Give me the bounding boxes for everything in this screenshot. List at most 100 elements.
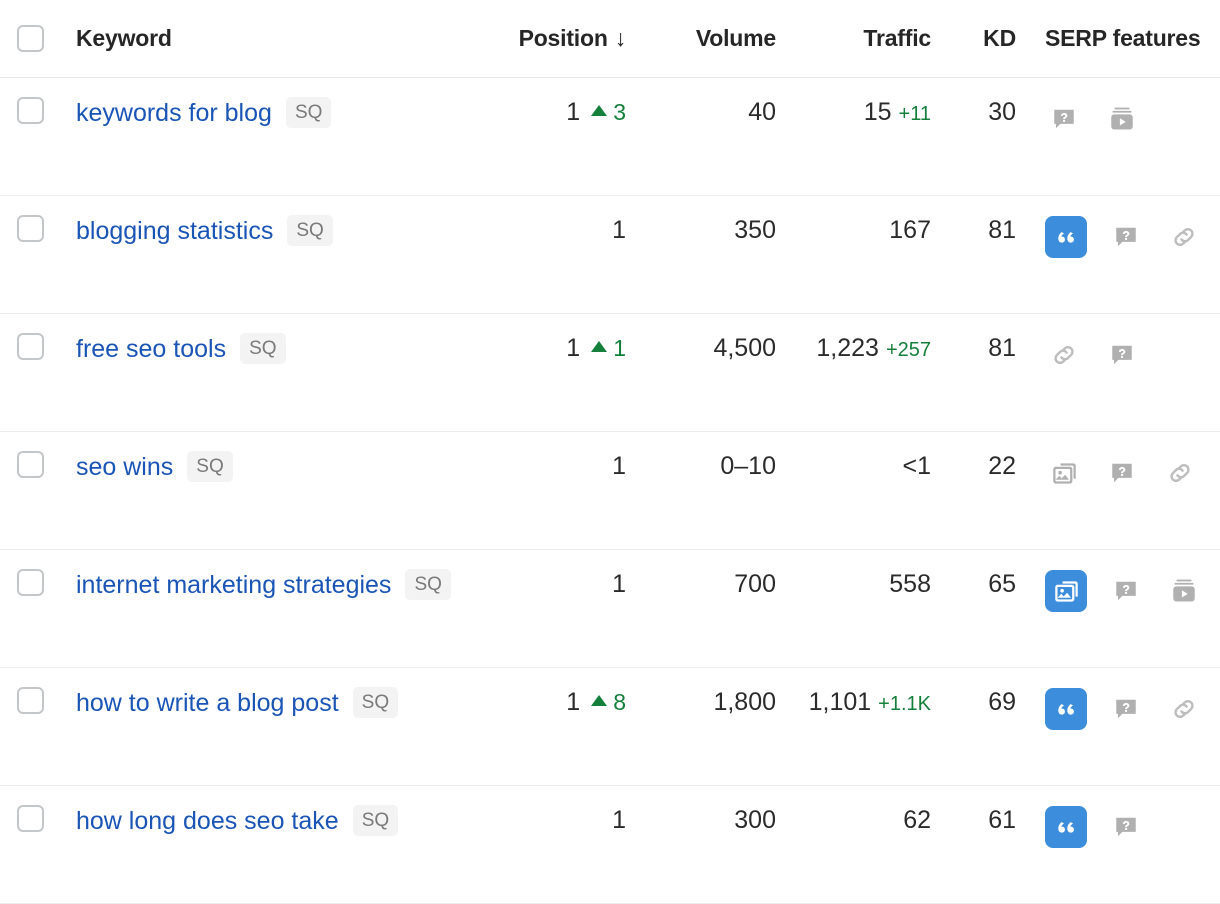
position-cell: 1: [496, 805, 626, 835]
keyword-cell: how to write a blog post SQ: [76, 687, 496, 718]
sitelinks-icon[interactable]: [1161, 452, 1199, 494]
position-cell: 11: [496, 333, 626, 363]
featured-snippet-icon[interactable]: [1045, 806, 1087, 848]
select-all-checkbox[interactable]: [17, 25, 44, 52]
column-header-volume[interactable]: Volume: [626, 25, 776, 52]
traffic-cell: <1: [776, 451, 931, 481]
volume-cell: 300: [626, 805, 776, 835]
traffic-cell: 167: [776, 215, 931, 245]
image-pack-icon[interactable]: [1045, 570, 1087, 612]
position-change: 3: [613, 97, 626, 127]
keyword-cell: blogging statistics SQ: [76, 215, 496, 246]
position-cell: 1: [496, 215, 626, 245]
traffic-value: <1: [902, 451, 931, 481]
row-select-cell: [0, 805, 76, 832]
volume-cell: 700: [626, 569, 776, 599]
keyword-link[interactable]: free seo tools: [76, 334, 226, 364]
keyword-link[interactable]: seo wins: [76, 452, 173, 482]
position-change: 1: [613, 333, 626, 363]
kd-cell: 61: [931, 805, 1016, 835]
sq-badge[interactable]: SQ: [240, 333, 285, 364]
position-value: 1: [566, 687, 580, 717]
sq-badge[interactable]: SQ: [187, 451, 232, 482]
people-also-ask-icon[interactable]: [1107, 806, 1145, 848]
row-select-cell: [0, 215, 76, 242]
people-also-ask-icon[interactable]: [1107, 216, 1145, 258]
kd-value: 69: [988, 688, 1016, 716]
keyword-link[interactable]: blogging statistics: [76, 216, 273, 246]
column-header-keyword[interactable]: Keyword: [76, 25, 496, 52]
sitelinks-icon[interactable]: [1045, 334, 1083, 376]
sq-badge[interactable]: SQ: [287, 215, 332, 246]
serp-features-cell: [1016, 215, 1220, 258]
column-header-position[interactable]: Position↓: [496, 25, 626, 52]
serp-features-cell: [1016, 687, 1220, 730]
featured-snippet-icon[interactable]: [1045, 216, 1087, 258]
people-also-ask-icon[interactable]: [1107, 570, 1145, 612]
row-select-cell: [0, 333, 76, 360]
traffic-change: +257: [886, 335, 931, 365]
traffic-cell: 1,223+257: [776, 333, 931, 365]
keyword-link[interactable]: keywords for blog: [76, 98, 272, 128]
traffic-value: 1,101: [809, 687, 872, 717]
row-select-checkbox[interactable]: [17, 569, 44, 596]
people-also-ask-icon[interactable]: [1103, 452, 1141, 494]
keyword-cell: seo wins SQ: [76, 451, 496, 482]
people-also-ask-icon[interactable]: [1103, 334, 1141, 376]
table-row: how long does seo take SQ 1 3006261: [0, 786, 1220, 904]
keyword-link[interactable]: how long does seo take: [76, 806, 339, 836]
row-select-checkbox[interactable]: [17, 97, 44, 124]
serp-features-cell: [1016, 333, 1220, 376]
video-icon[interactable]: [1165, 570, 1203, 612]
volume-value: 1,800: [713, 688, 776, 716]
traffic-cell: 558: [776, 569, 931, 599]
row-select-cell: [0, 97, 76, 124]
position-change: 8: [613, 687, 626, 717]
row-select-checkbox[interactable]: [17, 451, 44, 478]
column-header-traffic[interactable]: Traffic: [776, 25, 931, 52]
sitelinks-icon[interactable]: [1165, 216, 1203, 258]
position-cell: 13: [496, 97, 626, 127]
traffic-value: 558: [889, 569, 931, 599]
serp-features-cell: [1016, 97, 1220, 140]
column-header-serp-features: SERP features: [1016, 25, 1220, 52]
people-also-ask-icon[interactable]: [1107, 688, 1145, 730]
people-also-ask-icon[interactable]: [1045, 98, 1083, 140]
serp-feature-list: [1045, 333, 1220, 376]
serp-features-cell: [1016, 451, 1220, 494]
serp-feature-list: [1045, 97, 1220, 140]
table-body: keywords for blogSQ134015+1130blogging s…: [0, 78, 1220, 904]
row-select-checkbox[interactable]: [17, 805, 44, 832]
kd-cell: 22: [931, 451, 1016, 481]
sitelinks-icon[interactable]: [1165, 688, 1203, 730]
volume-value: 300: [734, 806, 776, 834]
row-select-checkbox[interactable]: [17, 333, 44, 360]
row-select-checkbox[interactable]: [17, 215, 44, 242]
video-icon[interactable]: [1103, 98, 1141, 140]
column-header-kd[interactable]: KD: [931, 25, 1016, 52]
sq-badge[interactable]: SQ: [353, 805, 398, 836]
position-cell: 1: [496, 569, 626, 599]
volume-value: 4,500: [713, 334, 776, 362]
serp-feature-list: [1045, 569, 1220, 612]
position-value: 1: [566, 333, 580, 363]
traffic-cell: 62: [776, 805, 931, 835]
sq-badge[interactable]: SQ: [405, 569, 450, 600]
row-select-checkbox[interactable]: [17, 687, 44, 714]
volume-cell: 40: [626, 97, 776, 127]
sq-badge[interactable]: SQ: [286, 97, 331, 128]
keyword-link[interactable]: internet marketing strategies: [76, 570, 391, 600]
featured-snippet-icon[interactable]: [1045, 688, 1087, 730]
kd-cell: 69: [931, 687, 1016, 717]
sq-badge[interactable]: SQ: [353, 687, 398, 718]
table-row: free seo toolsSQ114,5001,223+25781: [0, 314, 1220, 432]
table-header-row: Keyword Position↓ Volume Traffic KD SERP…: [0, 0, 1220, 78]
row-select-cell: [0, 687, 76, 714]
traffic-value: 15: [864, 97, 892, 127]
keyword-link[interactable]: how to write a blog post: [76, 688, 339, 718]
position-value: 1: [612, 805, 626, 835]
position-cell: 1: [496, 451, 626, 481]
kd-value: 65: [988, 570, 1016, 598]
image-pack-icon[interactable]: [1045, 452, 1083, 494]
volume-cell: 4,500: [626, 333, 776, 363]
